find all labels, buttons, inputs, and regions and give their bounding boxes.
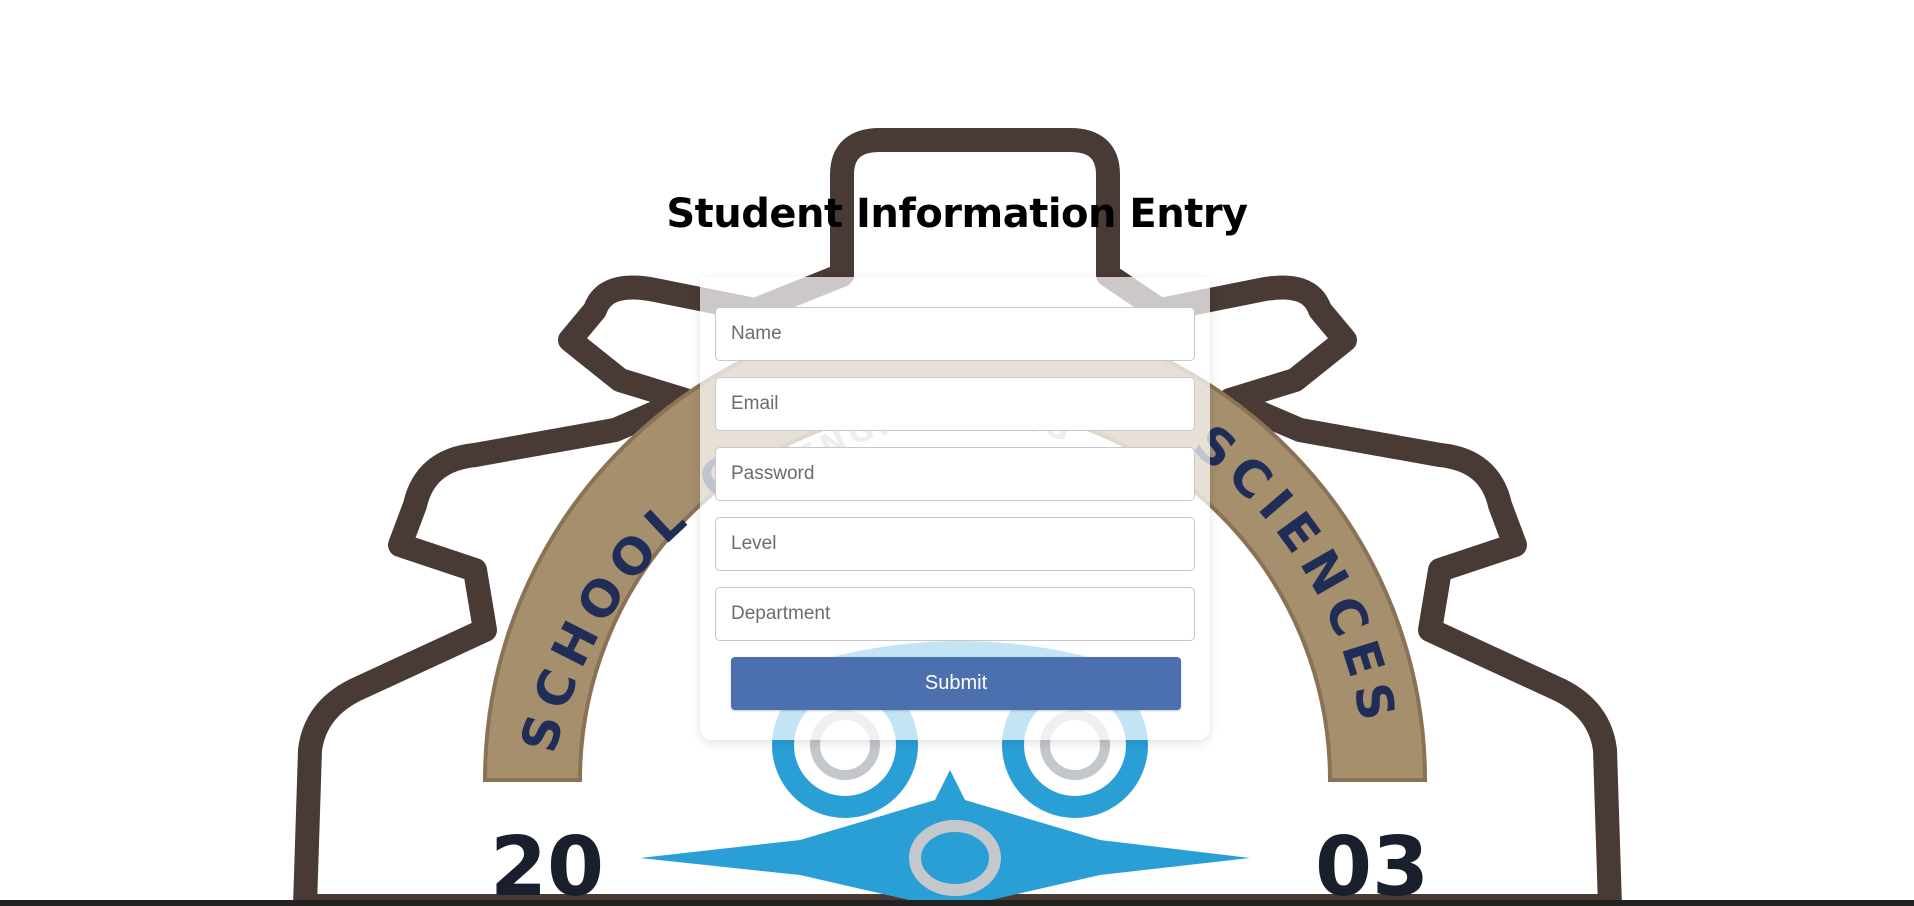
email-input[interactable] [715,377,1195,431]
emblem-year-left: 20 [490,820,604,906]
bottom-bar [0,900,1914,906]
department-input[interactable] [715,587,1195,641]
emblem-year-right: 03 [1315,820,1429,906]
page-title: Student Information Entry [666,191,1248,237]
emblem-text-right: SCIENCES [1183,413,1400,732]
svg-text:SCIENCES: SCIENCES [1183,413,1408,732]
password-input[interactable] [715,447,1195,501]
submit-button[interactable]: Submit [731,657,1181,710]
student-form: Submit [700,277,1210,740]
name-input[interactable] [715,307,1195,361]
level-input[interactable] [715,517,1195,571]
